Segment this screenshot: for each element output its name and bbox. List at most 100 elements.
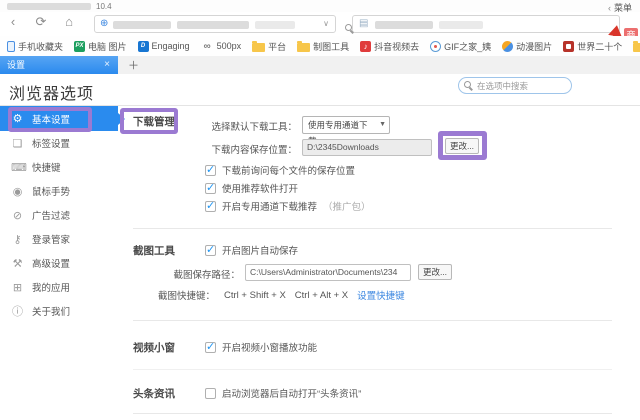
d-badge-icon: D	[137, 40, 149, 52]
set-hotkey-link[interactable]: 设置快捷键	[357, 288, 405, 302]
checkbox-row: ✓ 下载前询问每个文件的保存位置	[205, 163, 355, 177]
checkbox-auto-save-screenshot[interactable]: ✓	[205, 243, 216, 256]
checkbox-row: ✓ 开启图片自动保存	[205, 243, 298, 257]
bookmark-item[interactable]: 平台	[252, 40, 286, 53]
bookmark-item[interactable]: PX 电脑 图片	[74, 40, 127, 53]
promo-note: （推广包）	[323, 202, 371, 213]
phone-icon	[7, 40, 15, 52]
sidebar-item-tab-settings[interactable]: ❏ 标签设置	[0, 131, 118, 155]
compass-icon	[430, 40, 442, 52]
sidebar-item-about-us[interactable]: ⓘ 关于我们	[0, 299, 118, 323]
section-title-news: 头条资讯	[133, 388, 175, 400]
chevron-down-icon: ▼	[379, 121, 386, 128]
site-info-icon[interactable]: ⊕	[100, 18, 108, 29]
sidebar-item-mouse-gestures[interactable]: ◉ 鼠标手势	[0, 179, 118, 203]
sidebar-item-login-manager[interactable]: ⚷ 登录管家	[0, 227, 118, 251]
section-title-screenshot: 截图工具	[133, 245, 175, 257]
sidebar-item-label: 关于我们	[32, 307, 71, 318]
block-icon: ⊘	[12, 209, 23, 222]
checkbox-label: 使用推荐软件打开	[222, 184, 299, 195]
new-tab-icon[interactable]: ＋	[128, 57, 139, 73]
bookmark-item[interactable]: 手机收藏夹	[7, 40, 63, 53]
close-tab-icon[interactable]: ×	[104, 56, 110, 74]
tabs-icon: ❏	[12, 137, 23, 150]
sidebar-item-label: 广告过滤	[32, 211, 71, 222]
change-screenshot-path-button[interactable]: 更改...	[418, 264, 452, 280]
bookmark-item[interactable]: ∞ 500px	[201, 41, 242, 52]
checkbox-row: ✓ 开启专用通道下载推荐 （推广包）	[205, 199, 371, 213]
checkbox-label: 下载前询问每个文件的保存位置	[222, 166, 356, 177]
mouse-icon: ◉	[12, 185, 23, 198]
check-icon: ✓	[206, 340, 216, 353]
checkbox-ask-save-location[interactable]: ✓	[205, 163, 216, 176]
download-tool-label: 选择默认下载工具：	[211, 122, 297, 133]
apps-icon: ⊞	[12, 281, 23, 294]
infinity-icon: ∞	[203, 40, 211, 52]
check-icon: ✓	[206, 243, 216, 256]
bookmark-item[interactable]: 动漫图片	[502, 40, 552, 53]
navigation-bar: ‹ ⟳ ⌂ ⊕ ∨ ▤ 商	[0, 12, 640, 59]
bookmark-item[interactable]: ♪ 抖音视频去	[360, 40, 419, 53]
menu-chevron-icon: ‹	[607, 3, 611, 13]
bookmark-item[interactable]: D Engaging	[137, 40, 190, 52]
menu-button[interactable]: ‹ 菜单	[608, 1, 632, 14]
reload-icon[interactable]: ⟳	[32, 14, 50, 30]
search-bar[interactable]: ▤	[345, 15, 620, 33]
checkbox-channel-download-recommend[interactable]: ✓	[205, 199, 216, 212]
home-icon[interactable]: ⌂	[60, 14, 78, 29]
folder-icon	[633, 40, 640, 52]
checkbox-label: 开启专用通道下载推荐	[222, 202, 318, 213]
check-icon: ✓	[206, 163, 216, 176]
douyin-icon: ♪	[360, 40, 372, 52]
section-divider	[133, 320, 612, 321]
sidebar-item-ad-filter[interactable]: ⊘ 广告过滤	[0, 203, 118, 227]
check-icon: ✓	[206, 199, 216, 212]
px-badge-icon: PX	[74, 40, 86, 52]
checkbox-label: 开启视频小窗播放功能	[222, 343, 318, 354]
bookmark-item[interactable]: 制图工具	[297, 40, 349, 53]
page-title: 浏览器选项	[9, 86, 95, 103]
change-location-button[interactable]: 更改...	[445, 138, 479, 154]
menu-label: 菜单	[613, 3, 632, 13]
section-divider	[133, 228, 612, 229]
pin-icon	[502, 40, 514, 52]
options-search-input[interactable]	[458, 77, 572, 94]
bookmark-item[interactable]: 世界二十个	[563, 40, 622, 53]
settings-page: 浏览器选项 ⚙ 基本设置 ❏ 标签设置 ⌨ 快捷键 ◉ 鼠标手势 ⊘ 广告过滤 ⚷ 登录管家…	[0, 74, 640, 420]
options-search-icon	[464, 81, 473, 90]
checkbox-open-headline-news[interactable]	[205, 387, 216, 399]
hotkey-label: 截图快捷键：	[158, 291, 216, 302]
settings-sidebar: ⚙ 基本设置 ❏ 标签设置 ⌨ 快捷键 ◉ 鼠标手势 ⊘ 广告过滤 ⚷ 登录管家 ⚒ 高级设置…	[0, 106, 125, 323]
address-bar[interactable]: ⊕ ∨	[94, 15, 336, 33]
search-icon[interactable]	[345, 24, 354, 33]
bookmark-item[interactable]: GIF之家_姨	[430, 40, 491, 53]
download-location-label: 下载内容保存位置：	[211, 145, 297, 156]
search-engine-icon[interactable]: ▤	[359, 18, 368, 29]
screenshot-path-field[interactable]: C:\Users\Administrator\Documents\234	[245, 264, 411, 281]
section-title-video: 视频小窗	[133, 342, 175, 354]
sidebar-item-label: 鼠标手势	[32, 187, 71, 198]
download-location-field[interactable]: D:\2345Downloads	[302, 139, 432, 156]
tab-settings[interactable]: 设置 ×	[0, 56, 118, 74]
bookmark-item[interactable]: 电影网站	[633, 40, 640, 53]
bookmarks-bar: 手机收藏夹 PX 电脑 图片 D Engaging ∞ 500px 平台 制图工具 ♪…	[0, 36, 640, 56]
checkbox-open-with-recommended[interactable]: ✓	[205, 182, 216, 194]
keyboard-icon: ⌨	[11, 161, 27, 174]
screenshot-hotkey-row: 截图快捷键： Ctrl + Shift + X Ctrl + Alt + X 设…	[158, 288, 405, 303]
browser-window: 10.4 ‹ ⟳ ⌂ ⊕ ∨ ▤ 商 ‹菜单 手机收藏夹 PX电脑 图片 D	[0, 0, 640, 420]
tab-bar: 设置 × ＋	[0, 56, 640, 74]
checkbox-video-mini-window[interactable]: ✓	[205, 340, 216, 353]
checkbox-row: 启动浏览器后自动打开“头条资讯”	[205, 386, 361, 400]
sidebar-item-label: 标签设置	[32, 139, 71, 150]
checkbox-row: ✓ 使用推荐软件打开	[205, 181, 298, 195]
address-dropdown-icon[interactable]: ∨	[323, 19, 329, 28]
download-tool-select[interactable]: 使用专用通道下载 ▼	[302, 116, 390, 146]
back-icon[interactable]: ‹	[4, 14, 22, 29]
checkbox-label: 开启图片自动保存	[222, 246, 299, 257]
section-divider	[133, 413, 612, 414]
sidebar-item-basic-settings[interactable]: ⚙ 基本设置	[0, 106, 125, 131]
wrench-icon: ⚒	[12, 257, 23, 270]
sidebar-item-shortcut-keys[interactable]: ⌨ 快捷键	[0, 155, 118, 179]
sidebar-item-label: 我的应用	[32, 283, 71, 294]
sidebar-item-label: 高级设置	[32, 259, 71, 270]
